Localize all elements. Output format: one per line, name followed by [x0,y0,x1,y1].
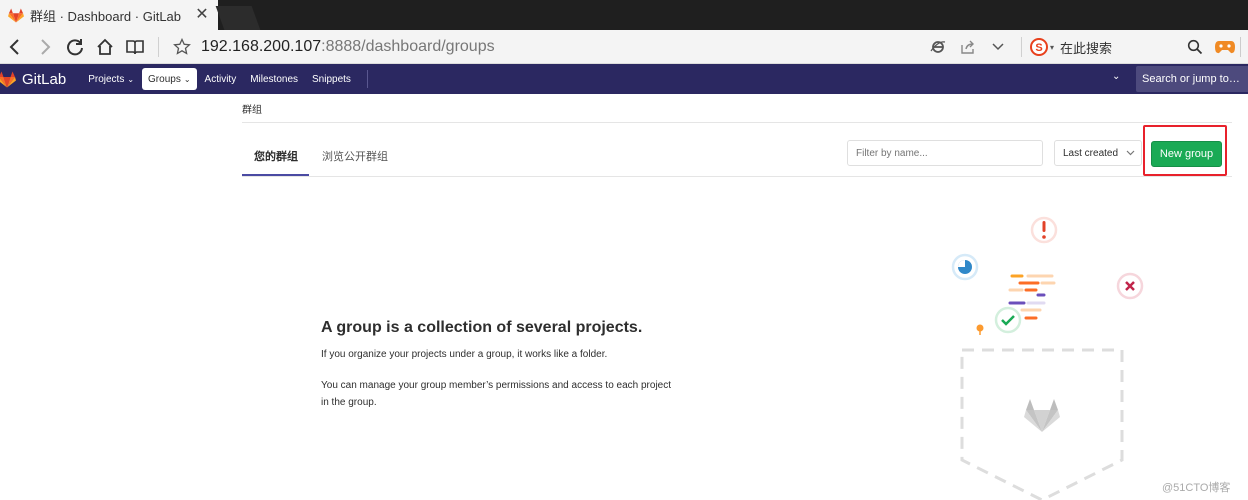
gitlab-tanuki-icon [1024,399,1060,432]
nav-projects-label: Projects [88,73,125,85]
annotation-highlight-box [1143,125,1227,176]
ie-icon [930,41,946,53]
tab-your-groups[interactable]: 您的群组 [254,148,298,164]
forward-button[interactable] [30,32,60,62]
new-tab-button[interactable] [215,6,261,30]
nav-groups-label: Groups [148,73,181,85]
close-circle-icon [1116,272,1144,300]
reload-icon [67,38,83,55]
home-button[interactable] [90,32,120,62]
reload-button[interactable] [60,32,90,62]
gitlab-search-input[interactable]: Search or jump to… [1136,66,1248,92]
toolbar-edge [1240,37,1248,57]
nav-milestones[interactable]: Milestones [244,68,304,90]
chevron-down-icon[interactable]: ⌄ [1112,71,1120,82]
gitlab-brand-name: GitLab [22,70,67,88]
chevron-down-icon: ⌄ [183,74,191,84]
ie-mode-button[interactable] [923,32,953,62]
url-path: :8888/dashboard/groups [321,37,495,55]
browser-search-input[interactable]: 在此搜索 [1060,38,1180,57]
sort-dropdown[interactable]: Last created [1054,140,1142,166]
bookmark-button[interactable] [167,32,197,62]
share-icon [961,40,974,54]
empty-state-text-1: If you organize your projects under a gr… [321,349,608,360]
toolbar-right: S ▾ 在此搜索 [923,30,1248,64]
nav-snippets[interactable]: Snippets [306,68,357,90]
empty-state-title: A group is a collection of several proje… [321,319,643,336]
empty-groups-illustration [951,216,1144,500]
search-icon [1187,39,1203,55]
caret-down-icon: ▾ [1049,42,1054,52]
svg-text:S: S [1035,42,1042,54]
pin-icon [976,324,984,335]
url-host: 192.168.200.107 [201,37,322,55]
gitlab-header: GitLab Projects ⌄ Groups ⌄ Activity Milest… [0,64,1248,94]
reader-button[interactable] [120,32,150,62]
watermark: @51CTO博客 [1162,482,1231,494]
browser-tab-title: 群组 · Dashboard · GitLab [30,8,182,24]
toolbar-separator [158,36,159,57]
breadcrumb[interactable]: 群组 [242,101,262,116]
check-circle-icon [994,306,1022,334]
browser-tab[interactable]: 群组 · Dashboard · GitLab ✕ [0,0,218,30]
gamepad-icon [1215,41,1235,54]
gitlab-favicon-icon [8,7,24,23]
sort-selected-label: Last created [1063,147,1119,159]
gitlab-logo-link[interactable]: GitLab [0,71,82,88]
browser-toolbar: 192.168.200.107:8888/dashboard/groups S … [0,30,1248,64]
address-bar[interactable]: 192.168.200.107:8888/dashboard/groups [201,38,495,56]
nav-groups[interactable]: Groups ⌄ [142,68,197,90]
nav-projects[interactable]: Projects ⌄ [82,68,140,90]
filter-input[interactable] [847,140,1043,166]
home-icon [97,38,113,55]
nav-divider [366,70,368,88]
more-dropdown[interactable] [983,32,1013,62]
share-button[interactable] [953,32,983,62]
browser-search-button[interactable] [1180,32,1210,62]
game-button[interactable] [1210,32,1240,62]
gitlab-nav: Projects ⌄ Groups ⌄ Activity Milestones Sn… [82,64,368,94]
breadcrumb-divider [242,122,1232,123]
tab-explore-groups[interactable]: 浏览公开群组 [322,148,388,164]
sogou-icon: S [1029,38,1048,56]
empty-state-text-2: You can manage your group member’s permi… [321,380,672,408]
chevron-down-icon [992,43,1004,51]
gitlab-logo-icon [0,71,16,87]
alert-icon [1030,216,1058,244]
toolbar-separator-2 [1020,37,1022,57]
pie-chart-icon [951,253,979,281]
arrow-right-icon [41,38,51,55]
chevron-down-icon [1126,150,1135,156]
search-engine-selector[interactable]: S ▾ [1029,38,1054,56]
chevron-down-icon: ⌄ [127,74,135,84]
tabs-divider [242,176,1232,177]
star-icon [173,37,191,55]
browser-tab-strip: 群组 · Dashboard · GitLab ✕ [0,0,1248,30]
book-icon [126,39,144,54]
nav-activity[interactable]: Activity [199,68,243,90]
close-icon[interactable]: ✕ [192,7,212,23]
back-button[interactable] [0,32,30,62]
arrow-left-icon [9,38,19,55]
